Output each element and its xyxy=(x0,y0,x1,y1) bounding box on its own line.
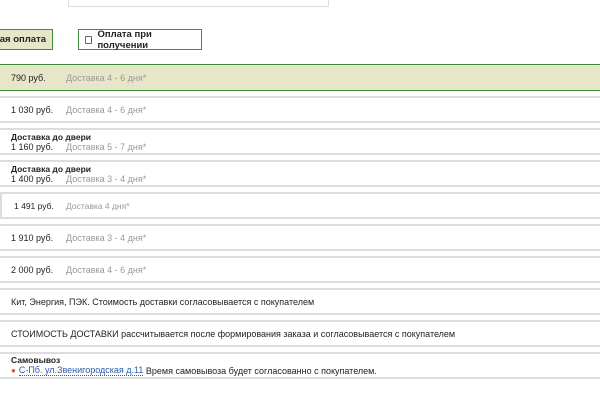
checkbox[interactable] xyxy=(85,35,93,44)
option-title: Самовывоз xyxy=(11,355,61,365)
map-pin-icon: ● xyxy=(11,366,16,375)
delivery-term: Доставка 4 - 6 дня* xyxy=(66,264,147,275)
delivery-option[interactable]: СТОИМОСТЬ ДОСТАВКИ рассчитывается после … xyxy=(0,320,600,347)
delivery-option-pickup[interactable]: Самовывоз ● С-Пб. ул.Звенигородская д.11 В… xyxy=(0,352,600,379)
text-input[interactable] xyxy=(68,0,329,7)
delivery-option[interactable]: 1 910 руб. Доставка 3 - 4 дня* xyxy=(0,224,600,251)
price: 1 400 руб. xyxy=(11,173,54,184)
delivery-term: Доставка 3 - 4 дня* xyxy=(66,232,147,243)
pickup-text: Время самовывоза будет согласованно с по… xyxy=(145,365,377,376)
delivery-term: Доставка 3 - 4 дня* xyxy=(66,173,147,184)
price: 1 491 руб. xyxy=(14,200,54,211)
delivery-term: Доставка 5 - 7 дня* xyxy=(66,141,147,152)
delivery-option[interactable]: 1 491 руб. Доставка 4 дня* xyxy=(0,192,600,219)
address-link[interactable]: С-Пб. ул.Звенигородская д.11 xyxy=(18,365,144,376)
note: СТОИМОСТЬ ДОСТАВКИ рассчитывается после … xyxy=(11,328,456,339)
note: Кит, Энергия, ПЭК. Стоимость доставки со… xyxy=(11,296,315,307)
delivery-term: Доставка 4 - 6 дня* xyxy=(66,104,147,115)
price: 1 910 руб. xyxy=(11,232,54,243)
delivery-option[interactable]: 790 руб. Доставка 4 - 6 дня* xyxy=(0,64,600,91)
price: 1 030 руб. xyxy=(11,104,54,115)
delivery-option[interactable]: Доставка до двери 1 160 руб. Доставка 5 - … xyxy=(0,128,600,155)
option-title: Доставка до двери xyxy=(11,131,92,142)
price: 1 160 руб. xyxy=(11,141,54,152)
delivery-option[interactable]: Доставка до двери 1 400 руб. Доставка 3 - … xyxy=(0,160,600,187)
delivery-option[interactable]: 2 000 руб. Доставка 4 - 6 дня* xyxy=(0,256,600,283)
payment-option-prepaid[interactable]: ная оплата xyxy=(0,29,53,50)
delivery-option[interactable]: 1 030 руб. Доставка 4 - 6 дня* xyxy=(0,96,600,123)
price: 790 руб. xyxy=(11,72,46,83)
payment-option-cod[interactable]: Оплата при получении xyxy=(78,29,202,51)
option-title: Доставка до двери xyxy=(11,163,92,174)
delivery-term: Доставка 4 - 6 дня* xyxy=(66,72,147,83)
price: 2 000 руб. xyxy=(11,264,54,275)
delivery-option[interactable]: Кит, Энергия, ПЭК. Стоимость доставки со… xyxy=(0,288,600,315)
delivery-term: Доставка 4 дня* xyxy=(66,200,130,211)
